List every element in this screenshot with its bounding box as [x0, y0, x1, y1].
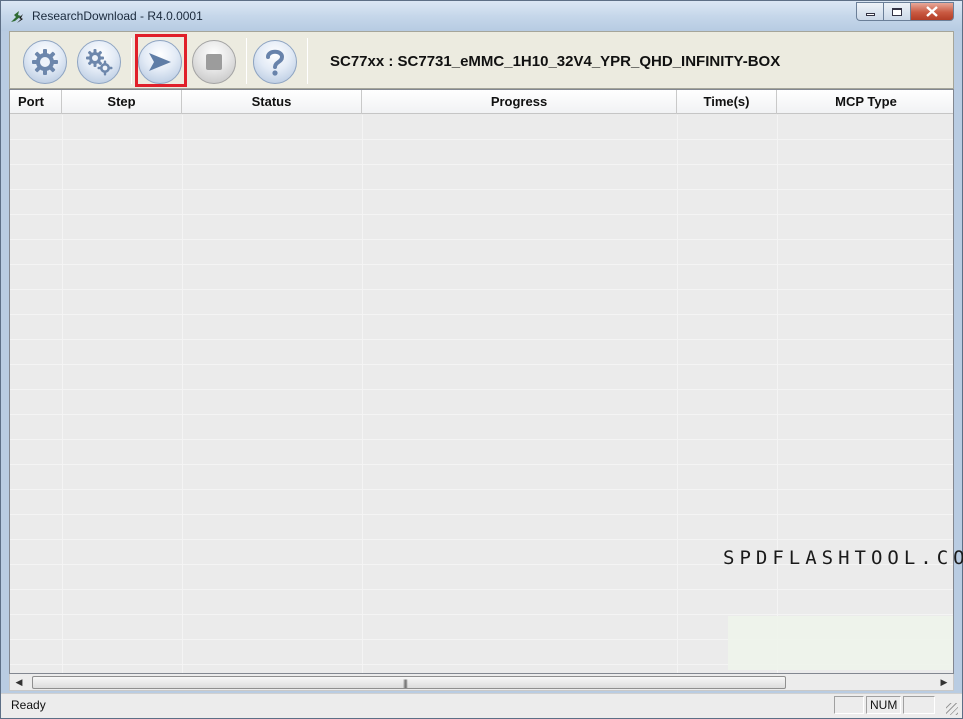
- toolbar-separator: [131, 38, 132, 84]
- list-rows: [10, 115, 953, 673]
- column-header-time[interactable]: Time(s): [677, 90, 777, 114]
- column-divider: [182, 115, 183, 673]
- caption-buttons: [856, 2, 954, 21]
- device-label: SC77xx : SC7731_eMMC_1H10_32V4_YPR_QHD_I…: [330, 53, 781, 70]
- start-download-highlight: [135, 34, 187, 87]
- download-list[interactable]: Port Step Status Progress Time(s) MCP Ty…: [9, 89, 954, 674]
- settings-button[interactable]: [77, 40, 121, 84]
- help-button[interactable]: [253, 40, 297, 84]
- application-window: ResearchDownload - R4.0.0001 SC77xx: SC…: [0, 0, 963, 719]
- close-icon: [926, 6, 938, 17]
- scroll-left-icon[interactable]: ◀: [14, 677, 24, 687]
- list-header: Port Step Status Progress Time(s) MCP Ty…: [10, 90, 953, 114]
- minimize-button[interactable]: [856, 2, 883, 21]
- column-header-status[interactable]: Status: [182, 90, 362, 114]
- scrollbar-thumb[interactable]: |||: [32, 676, 786, 689]
- column-divider: [362, 115, 363, 673]
- stop-icon: [206, 54, 222, 70]
- status-pane-num: NUM: [866, 696, 901, 714]
- watermark-backdrop: [728, 616, 953, 670]
- status-pane-blank: [903, 696, 935, 714]
- close-button[interactable]: [910, 2, 954, 21]
- stop-download-button[interactable]: [192, 40, 236, 84]
- column-header-mcp-type[interactable]: MCP Type: [777, 90, 953, 114]
- maximize-button[interactable]: [883, 2, 910, 21]
- toolbar: SC77xx : SC7731_eMMC_1H10_32V4_YPR_QHD_I…: [9, 31, 954, 89]
- gear-icon: [32, 49, 58, 75]
- column-divider: [777, 115, 778, 673]
- title-bar[interactable]: ResearchDownload - R4.0.0001: [1, 1, 962, 31]
- minimize-icon: [865, 13, 875, 16]
- column-divider: [62, 115, 63, 673]
- horizontal-scrollbar[interactable]: ◀ ||| ▶: [9, 674, 954, 691]
- column-header-step[interactable]: Step: [62, 90, 182, 114]
- column-header-progress[interactable]: Progress: [362, 90, 677, 114]
- scroll-right-icon[interactable]: ▶: [939, 677, 949, 687]
- column-header-port[interactable]: Port: [10, 90, 62, 114]
- load-packet-button[interactable]: [23, 40, 67, 84]
- gears-icon: [86, 49, 113, 76]
- maximize-icon: [892, 7, 902, 16]
- column-divider: [677, 115, 678, 673]
- app-icon: [11, 11, 23, 23]
- help-icon: [266, 49, 285, 76]
- scrollbar-grip-icon: |||: [403, 678, 408, 688]
- status-pane-blank: [834, 696, 864, 714]
- resize-grip-icon[interactable]: [946, 703, 958, 715]
- status-text: Ready: [11, 698, 46, 712]
- status-bar: Ready NUM: [1, 693, 962, 718]
- toolbar-separator: [246, 38, 247, 84]
- window-title: ResearchDownload - R4.0.0001: [32, 9, 203, 23]
- watermark: SPDFLASHTOOL.COM: [723, 547, 963, 569]
- toolbar-separator: [307, 38, 308, 84]
